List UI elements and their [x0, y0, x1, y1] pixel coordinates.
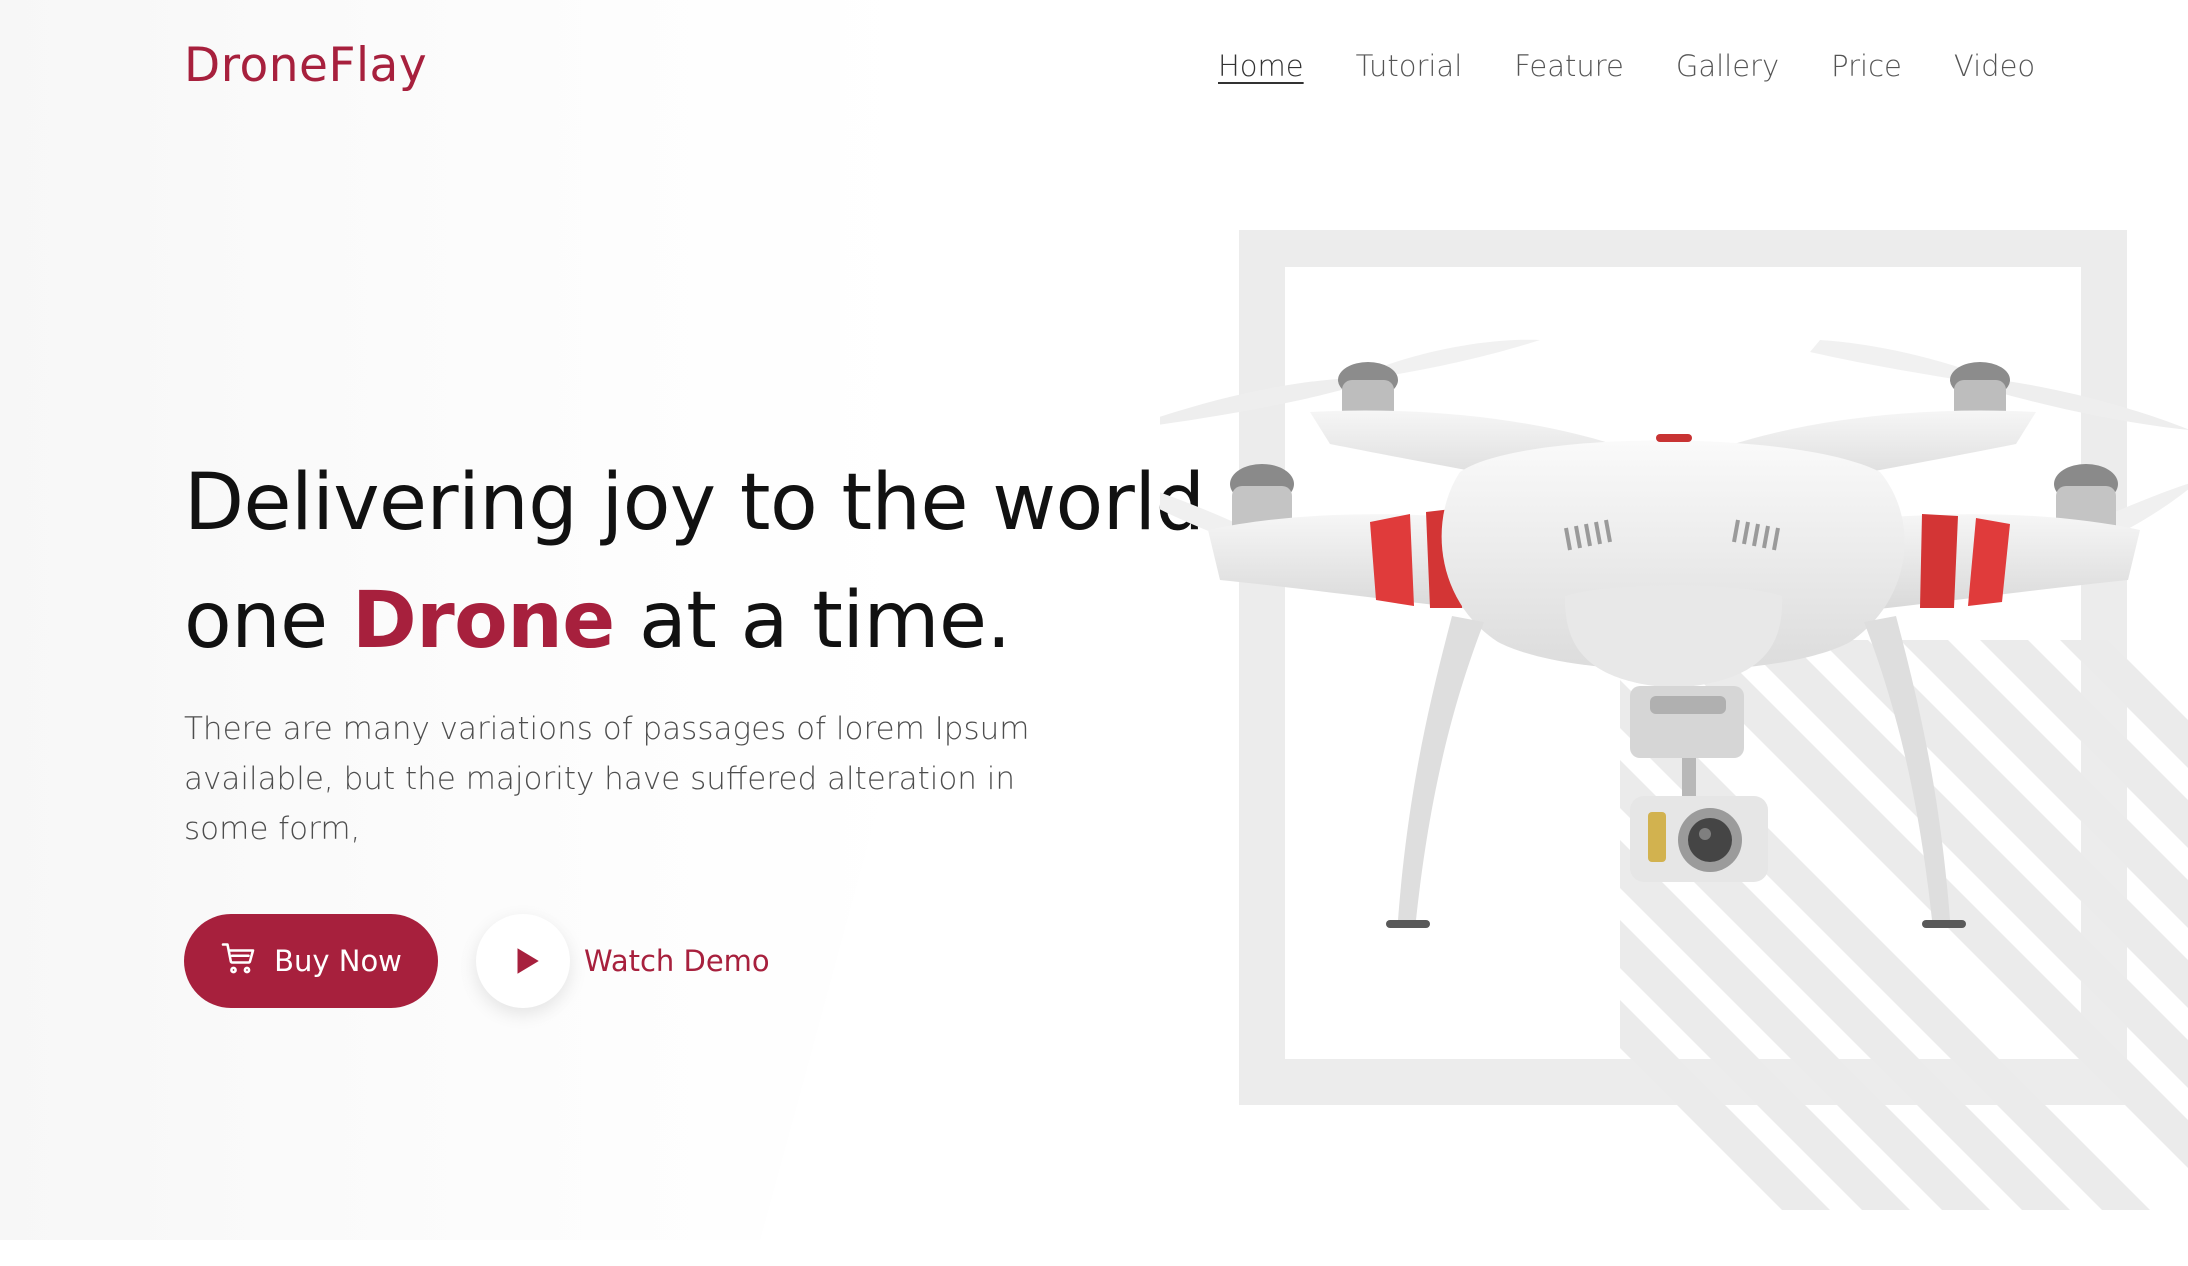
- bottom-strip: [0, 1240, 2188, 1266]
- buy-now-label: Buy Now: [274, 944, 402, 978]
- buy-now-button[interactable]: Buy Now: [184, 914, 438, 1008]
- shopping-cart-icon: [220, 940, 256, 983]
- page: DroneFlay Home Tutorial Feature Gallery …: [0, 0, 2188, 1240]
- hero-headline-line-2-suffix: at a time.: [614, 576, 1011, 666]
- nav-item-tutorial[interactable]: Tutorial: [1356, 50, 1463, 82]
- hero-headline-line-2-prefix: one: [184, 576, 352, 666]
- hero-illustration: [1138, 221, 2188, 1210]
- hero-headline: Delivering joy to the world, one Drone a…: [184, 444, 1229, 680]
- play-icon: [517, 948, 539, 974]
- nav-item-price[interactable]: Price: [1831, 50, 1902, 82]
- hero-headline-line-1: Delivering joy to the world,: [184, 458, 1229, 548]
- watch-demo-label: Watch Demo: [584, 944, 770, 978]
- watch-demo-link[interactable]: Watch Demo: [476, 914, 770, 1008]
- nav-item-video[interactable]: Video: [1954, 50, 2035, 82]
- play-button[interactable]: [476, 914, 570, 1008]
- hero-description: There are many variations of passages of…: [184, 711, 1030, 847]
- nav-item-feature[interactable]: Feature: [1514, 50, 1624, 82]
- main-nav: Home Tutorial Feature Gallery Price Vide…: [1218, 50, 2035, 82]
- nav-item-gallery[interactable]: Gallery: [1676, 50, 1779, 82]
- nav-item-home[interactable]: Home: [1218, 50, 1304, 82]
- site-logo[interactable]: DroneFlay: [184, 38, 427, 93]
- hero-headline-highlight: Drone: [351, 576, 615, 666]
